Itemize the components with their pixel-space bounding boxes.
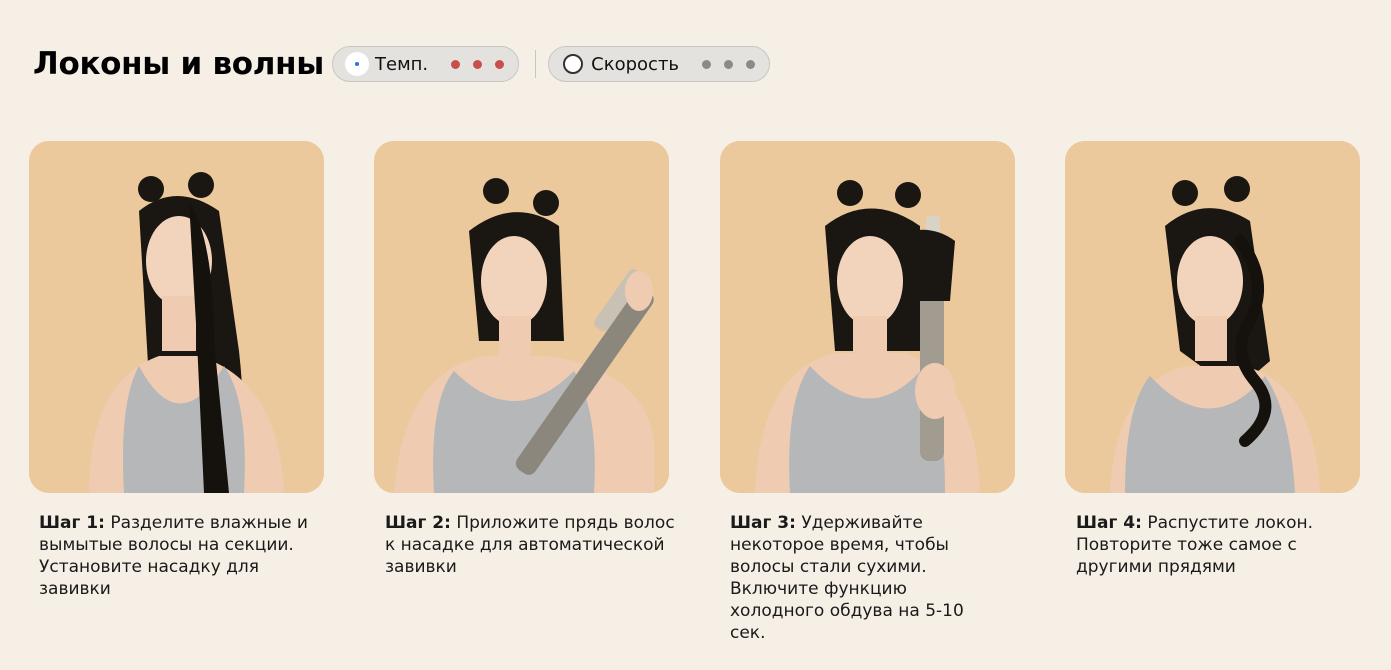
divider [535, 50, 537, 78]
temperature-label: Темп. [375, 53, 429, 75]
step-1-photo [29, 141, 324, 493]
step-3-photo [720, 141, 1015, 493]
step-2-photo [374, 141, 669, 493]
step-label: Шаг 4: [1076, 513, 1142, 533]
header: Локоны и волны Темп. Скорость [33, 44, 771, 84]
speed-level-dot [746, 59, 756, 69]
speed-level-dot [724, 59, 734, 69]
temperature-level-dot [473, 59, 483, 69]
page-title: Локоны и волны [33, 46, 325, 82]
temperature-icon [345, 52, 370, 76]
temperature-indicator: Темп. [332, 46, 520, 82]
step-2-text: Шаг 2: Приложите прядь волос к насадке д… [385, 512, 675, 578]
step-label: Шаг 3: [730, 513, 796, 533]
step-4-photo [1065, 141, 1360, 493]
step-1-text: Шаг 1: Разделите влажные и вымытые волос… [39, 512, 329, 600]
step-3-text: Шаг 3: Удерживайте некоторое время, чтоб… [730, 512, 1000, 644]
temperature-level-dot [451, 59, 461, 69]
speed-indicator: Скорость [548, 46, 771, 82]
speed-icon [563, 54, 584, 74]
step-label: Шаг 2: [385, 513, 451, 533]
speed-level-dot [702, 59, 712, 69]
speed-label: Скорость [591, 53, 680, 75]
temperature-level-dot [495, 59, 505, 69]
step-4-text: Шаг 4: Распустите локон. Повторите тоже … [1076, 512, 1346, 578]
step-label: Шаг 1: [39, 513, 105, 533]
